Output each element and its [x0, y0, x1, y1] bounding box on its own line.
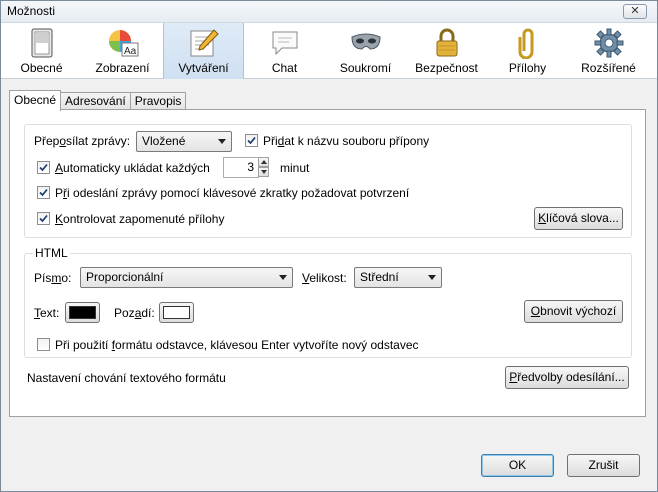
toolbar-label-advanced: Rozšířené [581, 61, 636, 75]
restore-defaults-button[interactable]: Obnovit výchozí [524, 300, 623, 323]
autosave-minutes-input[interactable]: 3 [223, 157, 259, 178]
confirm-send-checkbox[interactable] [37, 186, 50, 199]
chevron-down-icon [279, 275, 287, 280]
forgotten-attachments-label: Kontrolovat zapomenuté přílohy [55, 212, 225, 226]
toolbar-item-general[interactable]: Obecné [1, 23, 82, 79]
close-icon: ✕ [630, 5, 640, 17]
font-select[interactable]: Proporcionální [80, 267, 293, 288]
ok-button[interactable]: OK [481, 454, 554, 477]
add-extension-label: Přidat k názvu souboru přípony [263, 134, 430, 148]
spin-up-icon[interactable] [258, 157, 269, 167]
cancel-button[interactable]: Zrušit [567, 454, 640, 477]
forgotten-attachments-checkbox[interactable] [37, 212, 50, 225]
paragraph-format-label: Při použití formátu odstavce, klávesou E… [55, 338, 419, 352]
html-group-title: HTML [33, 246, 70, 260]
compose-tabs: Obecné Adresování Pravopis [9, 90, 187, 111]
autosave-label: Automaticky ukládat každých [55, 161, 210, 175]
text-format-label: Nastavení chování textového formátu [27, 371, 226, 385]
spin-down-icon[interactable] [258, 167, 269, 177]
compose-icon [188, 27, 220, 59]
add-extension-checkbox[interactable] [245, 134, 258, 147]
toolbar-label-display: Zobrazení [95, 61, 150, 75]
text-color-swatch [69, 306, 96, 319]
text-color-label: Text: [34, 306, 60, 320]
display-icon: Aa [107, 27, 139, 59]
toolbar-label-chat: Chat [271, 61, 298, 75]
toolbar-label-compose: Vytváření [178, 61, 229, 75]
title-bar: Možnosti ✕ [1, 1, 657, 23]
forward-label: Přeposílat zprávy: [34, 134, 131, 148]
toolbar-label-general: Obecné [20, 61, 63, 75]
toolbar-item-compose[interactable]: Vytváření [163, 23, 244, 79]
toolbar-item-privacy[interactable]: Soukromí [325, 23, 406, 79]
paperclip-icon [512, 27, 544, 59]
chat-icon [269, 27, 301, 59]
toolbar-label-attachments: Přílohy [508, 61, 547, 75]
forward-select[interactable]: Vložené [136, 131, 232, 152]
font-label: Písmo: [34, 271, 72, 285]
preferences-toolbar: Obecné Aa Zobrazení Vytváření Chat Soukr… [1, 23, 657, 79]
toolbar-label-security: Bezpečnost [415, 61, 478, 75]
chevron-down-icon [428, 275, 436, 280]
tab-spelling[interactable]: Pravopis [129, 92, 187, 110]
general-group: Přeposílat zprávy: Vložené Přidat k názv… [24, 124, 632, 238]
general-icon [26, 27, 58, 59]
size-value: Střední [360, 270, 399, 284]
window-title: Možnosti [7, 4, 56, 18]
privacy-mask-icon [350, 27, 382, 59]
paragraph-format-checkbox[interactable] [37, 338, 50, 351]
text-color-button[interactable] [65, 302, 100, 323]
svg-text:Aa: Aa [124, 46, 137, 57]
toolbar-item-display[interactable]: Aa Zobrazení [82, 23, 163, 79]
forward-value: Vložené [142, 134, 186, 148]
font-value: Proporcionální [86, 270, 164, 284]
lock-icon [431, 27, 463, 59]
background-color-label: Pozadí: [114, 306, 155, 320]
autosave-spinner[interactable] [258, 157, 269, 178]
background-color-swatch [163, 306, 190, 319]
chevron-down-icon [218, 139, 226, 144]
tab-panel-general: Přeposílat zprávy: Vložené Přidat k názv… [9, 109, 646, 417]
toolbar-item-chat[interactable]: Chat [244, 23, 325, 79]
autosave-checkbox[interactable] [37, 161, 50, 174]
gear-icon [593, 27, 625, 59]
size-select[interactable]: Střední [354, 267, 442, 288]
close-button[interactable]: ✕ [623, 4, 647, 19]
toolbar-item-attachments[interactable]: Přílohy [487, 23, 568, 79]
tab-general[interactable]: Obecné [9, 90, 62, 111]
toolbar-item-security[interactable]: Bezpečnost [406, 23, 487, 79]
toolbar-label-privacy: Soukromí [339, 61, 392, 75]
options-window: Možnosti ✕ Obecné Aa Zobrazení Vytváření [0, 0, 658, 492]
confirm-send-label: Při odeslání zprávy pomocí klávesové zkr… [55, 186, 410, 200]
send-preferences-button[interactable]: Předvolby odesílání... [505, 366, 629, 389]
size-label: Velikost: [302, 271, 347, 285]
background-color-button[interactable] [159, 302, 194, 323]
html-group: HTML Písmo: Proporcionální Velikost: Stř… [24, 246, 632, 358]
tab-addressing[interactable]: Adresování [60, 92, 131, 110]
keywords-button[interactable]: Klíčová slova... [534, 207, 623, 230]
toolbar-item-advanced[interactable]: Rozšířené [568, 23, 649, 79]
autosave-unit: minut [280, 161, 310, 175]
